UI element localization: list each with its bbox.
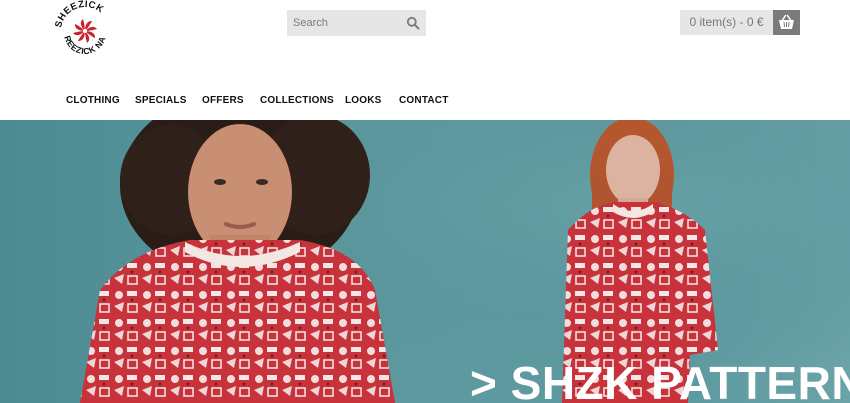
cart-summary-text: 0 item(s) - 0 € xyxy=(689,15,764,29)
basket-icon xyxy=(779,14,794,29)
nav-item-specials[interactable]: SPECIALS xyxy=(135,90,187,112)
nav-item-contact[interactable]: CONTACT xyxy=(399,90,449,112)
svg-text:REEZICK NA: REEZICK NA xyxy=(62,34,107,56)
site-header: SHEEZICK REEZICK NA 0 item(s) - 0 € CLO xyxy=(0,0,850,120)
cart-button[interactable] xyxy=(773,10,800,35)
cart-summary[interactable]: 0 item(s) - 0 € xyxy=(680,10,773,35)
search-icon xyxy=(406,16,420,30)
search-box xyxy=(287,10,426,36)
brand-logo[interactable]: SHEEZICK REEZICK NA xyxy=(52,0,118,62)
main-nav: CLOTHING SPECIALS OFFERS COLLECTIONS LOO… xyxy=(0,90,850,112)
hero-title: > SHZK PATTERN xyxy=(470,357,850,403)
nav-item-offers[interactable]: OFFERS xyxy=(202,90,244,112)
nav-item-looks[interactable]: LOOKS xyxy=(345,90,382,112)
search-input[interactable] xyxy=(287,10,399,36)
svg-text:SHEEZICK: SHEEZICK xyxy=(53,0,105,29)
hero-banner[interactable]: > SHZK PATTERN xyxy=(0,120,850,403)
nav-item-collections[interactable]: COLLECTIONS xyxy=(260,90,334,112)
logo-emblem: SHEEZICK REEZICK NA xyxy=(53,0,107,56)
nav-item-clothing[interactable]: CLOTHING xyxy=(66,90,120,112)
search-button[interactable] xyxy=(406,16,420,30)
